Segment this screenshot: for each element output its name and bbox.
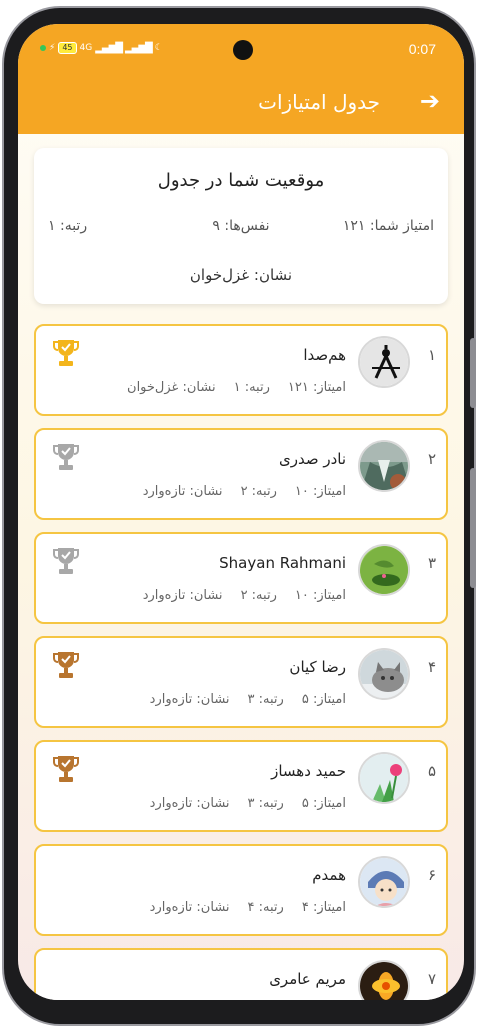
leaderboard-row[interactable]: ۵ حمید دهساز امیتاز: ۵ رتبه: ۳ نشان: تاز…	[34, 740, 448, 832]
status-icons: ⚡ 45 4G ▂▄▆█ ▂▄▆█ ☾	[40, 42, 163, 54]
user-badge: نشان: تازه‌وارد	[142, 484, 223, 499]
row-rank: ۵	[427, 762, 436, 780]
user-stats: امیتاز: ۵ رتبه: ۳ نشان: تازه‌وارد	[150, 692, 346, 707]
battery-icon: 45	[58, 42, 77, 54]
user-stats: امیتاز: ۱۰ رتبه: ۲ نشان: تازه‌وارد	[143, 484, 346, 499]
charging-icon: ⚡	[49, 43, 56, 53]
row-rank: ۷	[427, 970, 436, 988]
trophy-icon	[53, 652, 79, 678]
row-rank: ۴	[427, 658, 436, 676]
user-level: رتبه: ۲	[240, 484, 277, 499]
signal-icon: ▂▄▆█	[95, 42, 123, 54]
user-stats: امیتاز: ۱۲۱ رتبه: ۱ نشان: غزل‌خوان	[127, 380, 346, 395]
compass-icon	[360, 338, 408, 386]
avatar	[358, 544, 410, 596]
app-bar: ➔ جدول امتیازات	[18, 74, 464, 134]
user-score: امیتاز: ۱۰	[294, 484, 346, 499]
avatar	[358, 336, 410, 388]
leaderboard-row[interactable]: ۴ رضا کیان امیتاز: ۵ رتبه: ۳	[34, 636, 448, 728]
my-badge: نشان: غزل‌خوان	[189, 266, 293, 284]
user-level: رتبه: ۴	[247, 900, 284, 915]
avatar	[358, 856, 410, 908]
user-level: رتبه: ۳	[247, 692, 284, 707]
user-stats: امیتاز: ۴ رتبه: ۴ نشان: تازه‌وارد	[150, 900, 346, 915]
avatar	[358, 648, 410, 700]
user-level: رتبه: ۱	[233, 380, 270, 395]
app-header: ⚡ 45 4G ▂▄▆█ ▂▄▆█ ☾ 0:07 ➔ جدول امتیازات	[18, 24, 464, 134]
user-score: امیتاز: ۱۲۱	[287, 380, 346, 395]
user-badge: نشان: تازه‌وارد	[142, 588, 223, 603]
user-name: نادر صدری	[278, 450, 346, 468]
user-name: Shayan Rahmani	[219, 554, 346, 572]
waterfall-avatar-icon	[360, 442, 408, 490]
trophy-icon	[53, 756, 79, 782]
status-bar: ⚡ 45 4G ▂▄▆█ ▂▄▆█ ☾ 0:07	[18, 24, 464, 68]
row-rank: ۲	[427, 450, 436, 468]
row-rank: ۳	[427, 554, 436, 572]
user-score: امیتاز: ۵	[301, 692, 346, 707]
user-name: هم‌صدا	[303, 346, 346, 364]
user-name: همدم	[312, 866, 346, 884]
avatar	[358, 440, 410, 492]
leaderboard-row[interactable]: ۶ همدم امیتاز: ۴ رتبه: ۴ نشان: تازه	[34, 844, 448, 936]
row-rank: ۶	[427, 866, 436, 884]
user-level: رتبه: ۳	[247, 796, 284, 811]
user-badge: نشان: غزل‌خوان	[127, 380, 216, 395]
avatar	[358, 960, 410, 1000]
network-type: 4G	[79, 43, 93, 53]
recording-dot-icon	[40, 45, 46, 51]
yellow-flower-avatar-icon	[360, 962, 408, 1000]
signal-2-icon: ▂▄▆█	[124, 42, 153, 54]
my-breaths: نفس‌ها: ۹	[212, 218, 270, 234]
user-name: رضا کیان	[289, 658, 346, 676]
volume-button	[470, 338, 476, 408]
power-button	[470, 468, 476, 588]
arrow-right-icon[interactable]: ➔	[420, 86, 440, 116]
status-time: 0:07	[408, 41, 436, 57]
leaderboard-row[interactable]: ۲ نادر صدری امیتاز: ۱۰ رتبه: ۲ نشان: تاز…	[34, 428, 448, 520]
my-rank: رتبه: ۱	[48, 218, 88, 234]
trophy-icon	[53, 340, 79, 366]
user-stats: امیتاز: ۵ رتبه: ۳ نشان: تازه‌وارد	[150, 796, 346, 811]
leaderboard-row[interactable]: ۱ هم‌صدا امیتاز: ۱۲۱ رتبه: ۱ نشان:	[34, 324, 448, 416]
avatar	[358, 752, 410, 804]
leaderboard-row[interactable]: ۷ مریم عامری	[34, 948, 448, 1000]
flower-avatar-icon	[360, 754, 408, 802]
leaderboard-row[interactable]: ۳ Shayan Rahmani امیتاز: ۱۰ رتبه: ۲ نشان…	[34, 532, 448, 624]
user-badge: نشان: تازه‌وارد	[149, 796, 230, 811]
row-rank: ۱	[427, 346, 436, 364]
user-name: حمید دهساز	[271, 762, 346, 780]
user-score: امیتاز: ۵	[301, 796, 346, 811]
leaf-avatar-icon	[360, 546, 408, 594]
trophy-icon	[53, 548, 79, 574]
trophy-icon	[53, 444, 79, 470]
page-title: جدول امتیازات	[258, 90, 380, 114]
user-name: مریم عامری	[269, 970, 346, 988]
position-card-title: موقعیت شما در جدول	[157, 170, 325, 191]
cat-avatar-icon	[360, 650, 408, 698]
girl-avatar-icon	[360, 858, 408, 906]
user-level: رتبه: ۲	[240, 588, 277, 603]
my-position-card: موقعیت شما در جدول امتیاز شما: ۱۲۱ نفس‌ه…	[34, 148, 448, 304]
app-screen: ⚡ 45 4G ▂▄▆█ ▂▄▆█ ☾ 0:07 ➔ جدول امتیازات…	[18, 24, 464, 1000]
moon-icon: ☾	[154, 43, 163, 53]
user-stats: امیتاز: ۱۰ رتبه: ۲ نشان: تازه‌وارد	[143, 588, 346, 603]
front-camera	[233, 40, 253, 60]
user-badge: نشان: تازه‌وارد	[149, 692, 230, 707]
phone-frame: ⚡ 45 4G ▂▄▆█ ▂▄▆█ ☾ 0:07 ➔ جدول امتیازات…	[2, 6, 476, 1026]
user-score: امیتاز: ۴	[301, 900, 346, 915]
user-score: امیتاز: ۱۰	[294, 588, 346, 603]
user-badge: نشان: تازه‌وارد	[149, 900, 230, 915]
